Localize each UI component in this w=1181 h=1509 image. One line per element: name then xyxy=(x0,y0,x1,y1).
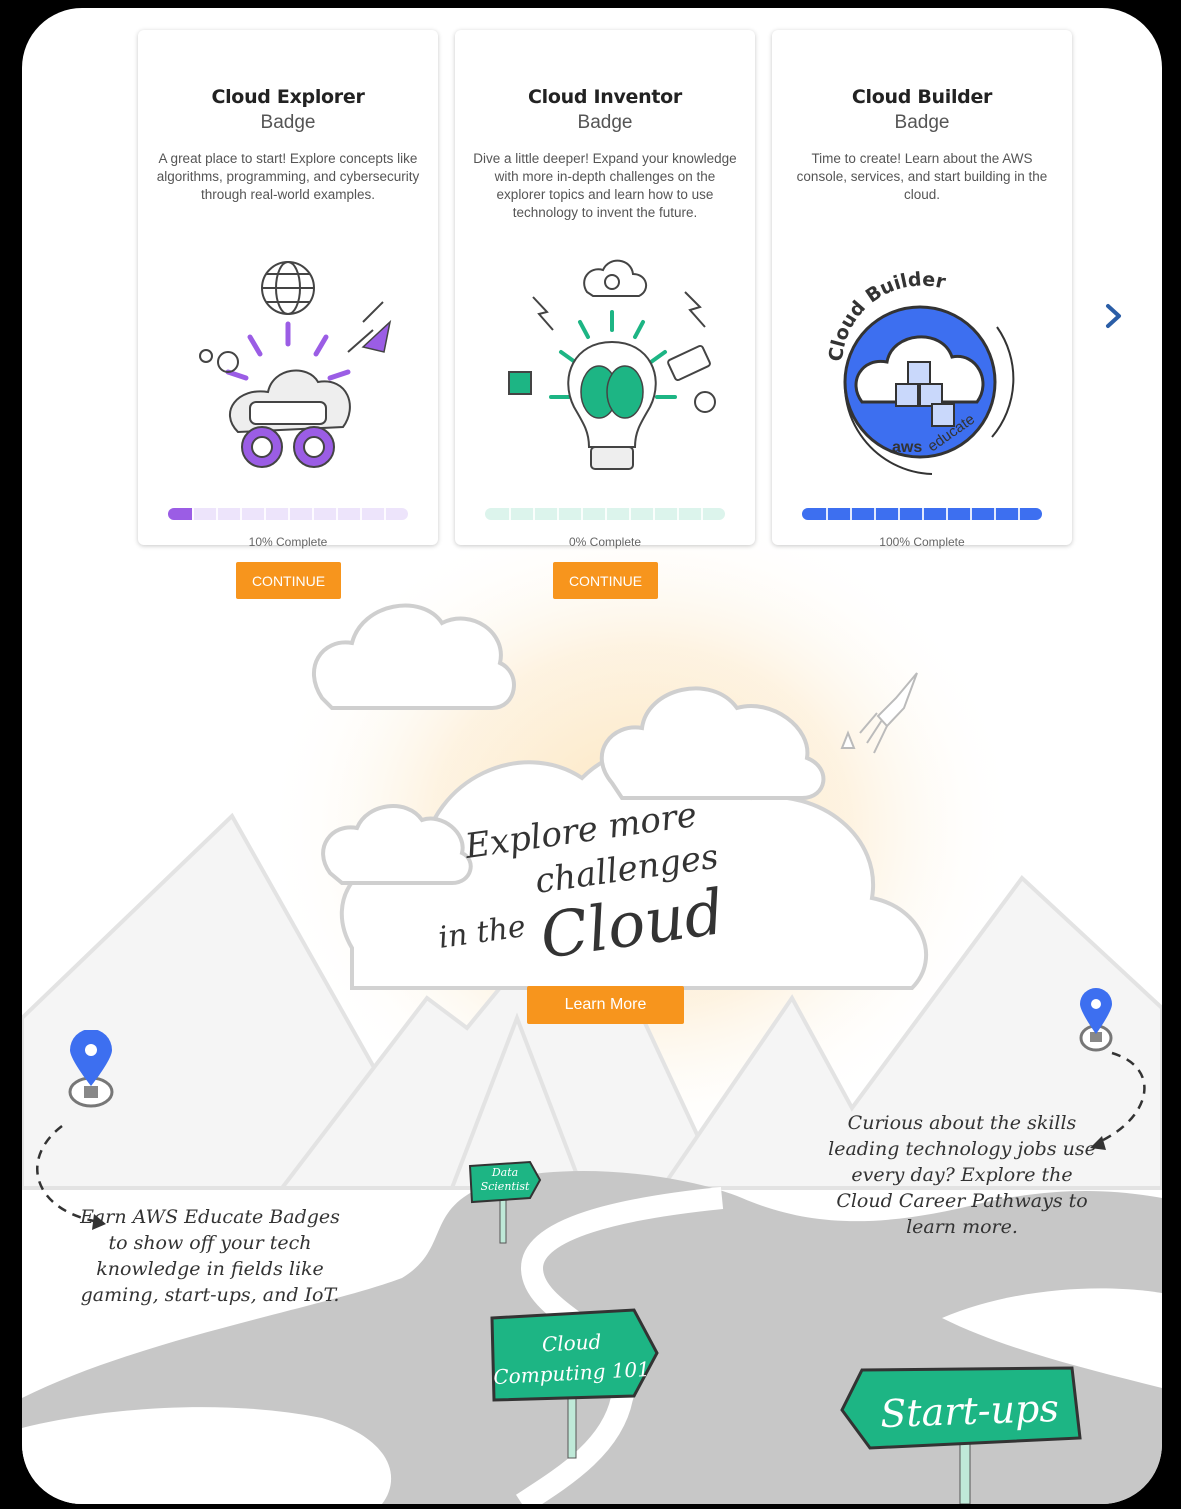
sign-text-cloud-computing: Cloud Computing 101 xyxy=(493,1329,651,1389)
progress-segment-divider xyxy=(533,508,535,520)
progress-status: 100% Complete xyxy=(879,535,965,549)
sign-text-line: Start-ups xyxy=(880,1386,1060,1436)
progress-segment-divider xyxy=(384,508,386,520)
progress-status: 0% Complete xyxy=(568,535,642,549)
sign-text-start-ups: Start-ups xyxy=(880,1386,1060,1436)
progress-segment-divider xyxy=(605,508,607,520)
sign-text-line: Scientist xyxy=(481,1180,530,1193)
progress-segment-divider xyxy=(922,508,924,520)
progress-segment-divider xyxy=(336,508,338,520)
progress-segment-divider xyxy=(557,508,559,520)
progress-segment-divider xyxy=(216,508,218,520)
badge-card-builder: Cloud Builder Badge Time to create! Lear… xyxy=(772,30,1072,549)
card-description: A great place to start! Explore concepts… xyxy=(156,151,420,202)
sign-text-line: Data xyxy=(491,1166,518,1179)
promo-line-3a: in the xyxy=(436,909,528,956)
progress-segment-divider xyxy=(850,508,852,520)
badge-logo: aws xyxy=(892,439,922,456)
progress-segment-divider xyxy=(360,508,362,520)
continue-button-explorer[interactable]: CONTINUE xyxy=(236,562,341,599)
card-title: Cloud Builder xyxy=(851,86,993,108)
card-description: Dive a little deeper! Expand your knowle… xyxy=(473,151,737,220)
promo-title: Explore more challenges in the Cloud xyxy=(436,798,728,968)
progress-segment-divider xyxy=(970,508,972,520)
progress-segment-divider xyxy=(677,508,679,520)
continue-button-inventor[interactable]: CONTINUE xyxy=(553,562,658,599)
page-frame: Cloud Explorer Badge A great place to st… xyxy=(22,8,1162,1504)
progress-fill xyxy=(168,508,192,520)
progress-status: 10% Complete xyxy=(248,535,328,549)
progress-segment-divider xyxy=(288,508,290,520)
sign-text-data-scientist: Data Scientist xyxy=(481,1166,530,1193)
progress-segment-divider xyxy=(653,508,655,520)
progress-segment-divider xyxy=(192,508,194,520)
sign-text-line: Computing 101 xyxy=(493,1357,651,1389)
progress-segment-divider xyxy=(240,508,242,520)
progress-segment-divider xyxy=(1018,508,1020,520)
card-description: Time to create! Learn about the AWS cons… xyxy=(796,151,1048,202)
binoculars-icon xyxy=(199,261,392,468)
progress-segment-divider xyxy=(898,508,900,520)
card-title: Cloud Inventor xyxy=(528,86,682,108)
card-subtitle: Badge xyxy=(894,112,950,133)
progress-segment-divider xyxy=(701,508,703,520)
lightbulb-brain-icon xyxy=(508,259,716,470)
cloud-builder-badge-icon: Cloud Builder aws educate xyxy=(825,268,1015,475)
progress-segment-divider xyxy=(826,508,828,520)
learn-more-button[interactable]: Learn More xyxy=(527,986,684,1024)
card-subtitle: Badge xyxy=(260,112,316,133)
card-subtitle: Badge xyxy=(577,112,633,133)
sign-text-line: Cloud xyxy=(541,1329,602,1356)
progress-segment-divider xyxy=(581,508,583,520)
note-career-pathways: Curious about the skills leading technol… xyxy=(828,1112,1096,1238)
progress-segment-divider xyxy=(629,508,631,520)
progress-segment-divider xyxy=(874,508,876,520)
progress-segment-divider xyxy=(946,508,948,520)
progress-bar xyxy=(485,508,725,520)
progress-segment-divider xyxy=(264,508,266,520)
card-title: Cloud Explorer xyxy=(211,86,365,108)
progress-segment-divider xyxy=(994,508,996,520)
progress-segment-divider xyxy=(312,508,314,520)
map-pin-icon xyxy=(68,1030,114,1108)
chevron-right-icon[interactable] xyxy=(1099,301,1129,331)
badge-card-explorer: Cloud Explorer Badge A great place to st… xyxy=(138,30,438,549)
progress-bar xyxy=(168,508,408,520)
note-badges: Earn AWS Educate Badges to show off your… xyxy=(80,1206,340,1306)
progress-segment-divider xyxy=(509,508,511,520)
badge-card-inventor: Cloud Inventor Badge Dive a little deepe… xyxy=(455,30,755,549)
map-pin-icon xyxy=(1079,988,1113,1052)
progress-bar xyxy=(802,508,1042,520)
